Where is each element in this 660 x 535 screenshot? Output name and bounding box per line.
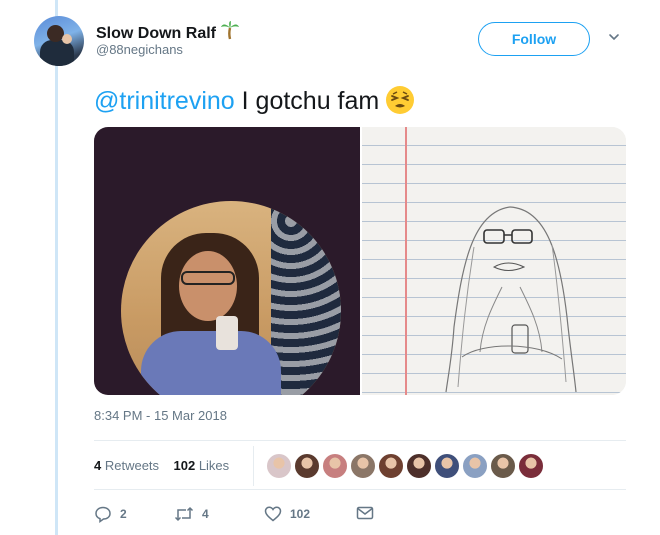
heart-icon <box>264 506 282 522</box>
envelope-icon <box>356 506 374 520</box>
like-button[interactable]: 102 <box>264 505 310 523</box>
tweet-media[interactable] <box>94 127 626 395</box>
tweet-body: I gotchu fam <box>234 87 380 115</box>
follow-button[interactable]: Follow <box>478 22 590 56</box>
retweets-stat[interactable]: 4 Retweets <box>94 458 159 473</box>
like-count: 102 <box>290 507 311 521</box>
direct-message-button[interactable] <box>356 505 374 521</box>
liker-avatar[interactable] <box>322 453 348 479</box>
drawing-sketch <box>445 206 577 393</box>
likes-stat[interactable]: 102 Likes <box>174 458 230 473</box>
liker-avatar[interactable] <box>350 453 376 479</box>
reply-button[interactable]: 2 <box>94 505 127 523</box>
display-name-text: Slow Down Ralf <box>96 25 216 42</box>
chevron-down-icon[interactable] <box>607 30 621 44</box>
persevering-face-icon <box>386 86 415 114</box>
pencil-drawing-photo[interactable] <box>362 127 626 395</box>
reply-count: 2 <box>120 507 127 521</box>
mention-link[interactable]: @trinitrevino <box>94 87 235 115</box>
liker-avatar[interactable] <box>266 453 292 479</box>
liker-avatar[interactable] <box>434 453 460 479</box>
likes-label: Likes <box>195 458 230 473</box>
tweet-timestamp[interactable]: 8:34 PM - 15 Mar 2018 <box>94 408 227 423</box>
liker-avatar[interactable] <box>378 453 404 479</box>
stats-separator <box>253 446 254 486</box>
display-name[interactable]: Slow Down Ralf <box>96 20 240 43</box>
avatar[interactable] <box>34 16 84 66</box>
divider <box>94 440 626 441</box>
retweet-count: 4 <box>202 507 209 521</box>
divider <box>94 489 626 490</box>
liker-avatar[interactable] <box>462 453 488 479</box>
liker-avatar[interactable] <box>294 453 320 479</box>
likes-count: 102 <box>173 458 196 473</box>
selfie-photo[interactable] <box>94 127 360 395</box>
user-handle[interactable]: @88negichans <box>96 42 183 57</box>
liker-avatar[interactable] <box>490 453 516 479</box>
retweets-label: Retweets <box>101 458 160 473</box>
retweet-button[interactable]: 4 <box>174 505 209 523</box>
thread-line <box>55 0 58 535</box>
reply-icon <box>95 506 111 523</box>
liker-avatar[interactable] <box>406 453 432 479</box>
retweet-icon <box>174 506 194 522</box>
palm-tree-icon <box>221 21 239 40</box>
liker-avatar[interactable] <box>518 453 544 479</box>
tweet-text: @trinitrevino I gotchu fam <box>94 85 415 117</box>
tweet-stats: 4 Retweets 102 Likes <box>94 458 229 473</box>
